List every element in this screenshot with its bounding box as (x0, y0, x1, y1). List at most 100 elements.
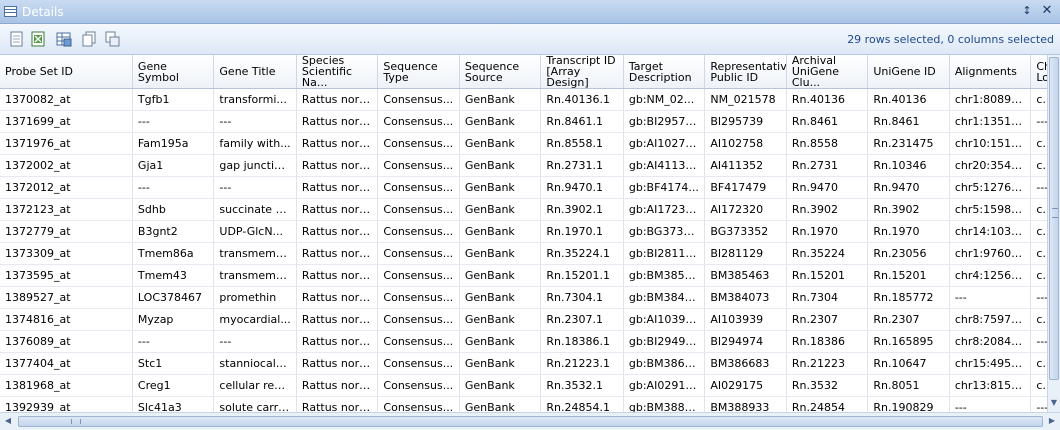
table-cell[interactable]: promethin (213, 286, 297, 309)
table-cell[interactable]: Rattus norv... (296, 352, 379, 375)
table-cell[interactable]: Rn.24854.1 (540, 396, 624, 412)
table-cell[interactable]: chr10:1512... (949, 132, 1032, 155)
table-cell[interactable]: chr5:12766... (949, 176, 1032, 199)
table-cell[interactable]: --- (1030, 286, 1047, 309)
table-cell[interactable]: Rn.2307 (867, 308, 950, 331)
table-cell[interactable]: Rattus norv... (296, 176, 379, 199)
table-cell[interactable]: gb:BM3889... (623, 396, 706, 412)
table-cell[interactable]: chr4:12567... (949, 264, 1032, 287)
table-cell[interactable]: Rn.3532.1 (540, 374, 624, 397)
column-header[interactable]: Sequence Type (377, 55, 460, 89)
scroll-right-arrow[interactable]: ▶ (1047, 416, 1057, 426)
table-cell[interactable]: LOC378467 (132, 286, 215, 309)
table-cell[interactable]: gb:BM3866... (623, 352, 706, 375)
column-header[interactable]: Sequence Source (459, 55, 542, 89)
table-cell[interactable]: --- (1030, 110, 1047, 133)
table-cell[interactable]: 1381968_at (0, 374, 133, 397)
table-cell[interactable]: gb:AI02917... (623, 374, 706, 397)
column-header[interactable]: Alignments (949, 55, 1032, 89)
table-cell[interactable]: Myzap (132, 308, 215, 331)
table-cell[interactable]: Consensus... (377, 110, 460, 133)
table-cell[interactable]: UDP-GlcN... (213, 220, 297, 243)
table-row[interactable]: 1371699_at --- --- Rattus norv... Consensus.… (0, 110, 1047, 133)
table-cell[interactable]: Consensus... (377, 220, 460, 243)
table-row[interactable]: 1372779_at B3gnt2 UDP-GlcN... Rattus norv..… (0, 220, 1047, 243)
table-cell[interactable]: myocardial... (213, 308, 297, 331)
table-cell[interactable]: Gja1 (132, 154, 215, 177)
table-cell[interactable]: Rattus norv... (296, 110, 379, 133)
table-cell[interactable]: GenBank (459, 110, 542, 133)
table-cell[interactable]: Rn.9470 (867, 176, 950, 199)
table-cell[interactable]: transmemb... (213, 242, 297, 265)
table-cell[interactable]: GenBank (459, 352, 542, 375)
table-cell[interactable]: Rattus norv... (296, 132, 379, 155)
table-cell[interactable]: Rn.1970 (786, 220, 869, 243)
table-cell[interactable]: Consensus... (377, 352, 460, 375)
table-cell[interactable]: Rn.2307.1 (540, 308, 624, 331)
table-cell[interactable]: Rn.2731 (786, 154, 869, 177)
table-cell[interactable]: chr8:75970... (949, 308, 1032, 331)
column-header[interactable]: Chromosomal Location (1030, 55, 1047, 89)
table-cell[interactable]: chr1:13511... (949, 110, 1032, 133)
table-cell[interactable]: gb:AI17232... (623, 198, 706, 221)
table-cell[interactable]: Rn.185772 (867, 286, 950, 309)
table-cell[interactable]: Rn.8558.1 (540, 132, 624, 155)
table-cell[interactable]: Rattus norv... (296, 242, 379, 265)
table-cell[interactable]: Rn.231475 (867, 132, 950, 155)
table-cell[interactable]: chr8:20847... (949, 330, 1032, 353)
table-cell[interactable]: GenBank (459, 132, 542, 155)
column-header[interactable]: UniGene ID (867, 55, 950, 89)
table-row[interactable]: 1392939_at Slc41a3 solute carri... Rattus n… (0, 396, 1047, 412)
table-cell[interactable]: chr1q (1030, 88, 1047, 111)
table-cell[interactable]: Rn.7304.1 (540, 286, 624, 309)
table-cell[interactable]: Rattus norv... (296, 88, 379, 111)
vertical-scrollbar[interactable]: ▼ (1047, 55, 1060, 412)
horizontal-scroll-thumb[interactable] (18, 416, 1043, 427)
table-cell[interactable]: chr5q (1030, 198, 1047, 221)
table-cell[interactable]: --- (949, 396, 1032, 412)
table-cell[interactable]: GenBank (459, 330, 542, 353)
table-cell[interactable]: Rattus norv... (296, 286, 379, 309)
table-cell[interactable]: AI172320 (704, 198, 787, 221)
export-excel-icon[interactable] (30, 30, 48, 48)
table-cell[interactable]: Rn.35224.1 (540, 242, 624, 265)
table-cell[interactable]: Rn.15201.1 (540, 264, 624, 287)
table-cell[interactable]: Consensus... (377, 264, 460, 287)
table-cell[interactable]: BF417479 (704, 176, 787, 199)
table-cell[interactable]: Rn.40136.1 (540, 88, 624, 111)
table-cell[interactable]: gb:BM3854... (623, 264, 706, 287)
table-cell[interactable]: BG373352 (704, 220, 787, 243)
table-cell[interactable]: chr5:15983... (949, 198, 1032, 221)
table-cell[interactable]: gb:BI29573... (623, 110, 706, 133)
table-cell[interactable]: 1371699_at (0, 110, 133, 133)
table-cell[interactable]: Rn.8461 (786, 110, 869, 133)
table-cell[interactable]: AI411352 (704, 154, 787, 177)
table-cell[interactable]: --- (213, 330, 297, 353)
table-cell[interactable]: BI281129 (704, 242, 787, 265)
table-cell[interactable]: Rn.8558 (786, 132, 869, 155)
table-cell[interactable]: chr1:80894... (949, 88, 1032, 111)
table-cell[interactable]: 1372002_at (0, 154, 133, 177)
table-cell[interactable]: stanniocalc... (213, 352, 297, 375)
table-cell[interactable]: gb:BG3733... (623, 220, 706, 243)
table-cell[interactable]: GenBank (459, 308, 542, 331)
table-cell[interactable]: Rn.3902.1 (540, 198, 624, 221)
table-cell[interactable]: Tmem43 (132, 264, 215, 287)
scroll-down-arrow[interactable]: ▼ (1049, 398, 1059, 410)
table-cell[interactable]: GenBank (459, 374, 542, 397)
table-cell[interactable]: --- (132, 176, 215, 199)
table-cell[interactable]: GenBank (459, 88, 542, 111)
table-cell[interactable]: NM_021578 (704, 88, 787, 111)
table-cell[interactable]: Rattus norv... (296, 330, 379, 353)
table-cell[interactable]: Rn.15201 (867, 264, 950, 287)
table-cell[interactable]: 1377404_at (0, 352, 133, 375)
table-cell[interactable]: GenBank (459, 198, 542, 221)
table-cell[interactable]: Rn.3532 (786, 374, 869, 397)
copy-icon[interactable] (8, 30, 26, 48)
table-cell[interactable]: Consensus... (377, 374, 460, 397)
table-cell[interactable]: Consensus... (377, 198, 460, 221)
table-cell[interactable]: Rn.40136 (867, 88, 950, 111)
table-cell[interactable]: Rn.2731.1 (540, 154, 624, 177)
table-cell[interactable]: chr20:3542... (949, 154, 1032, 177)
table-cell[interactable]: Rn.21223 (786, 352, 869, 375)
